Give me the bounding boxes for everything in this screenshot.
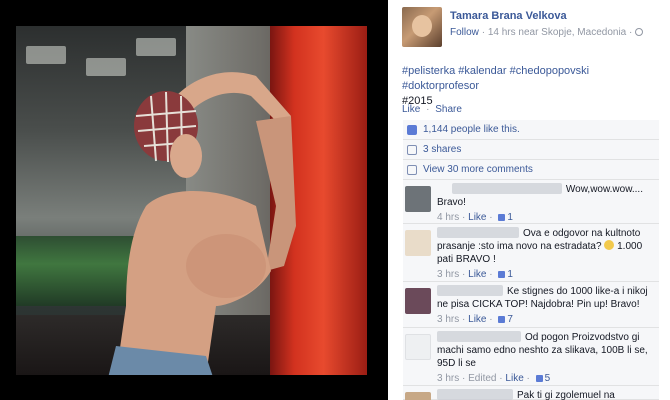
comment-body: Wow,wow.wow.... Bravo! 4 hrs · Like · 1 bbox=[437, 183, 657, 224]
comment-like-button[interactable]: Like bbox=[468, 212, 486, 223]
likes-summary[interactable]: 1,144 people like this. bbox=[403, 120, 659, 140]
meta-separator: · bbox=[462, 212, 466, 223]
comment-time[interactable]: 3 hrs bbox=[437, 373, 459, 384]
post-text: #pelisterka #kalendar #chedopopovski #do… bbox=[402, 64, 658, 109]
commenter-name-redacted[interactable] bbox=[451, 183, 562, 194]
commenter-avatar[interactable] bbox=[405, 186, 431, 212]
view-more-comments[interactable]: View 30 more comments bbox=[403, 160, 659, 180]
comment-time[interactable]: 4 hrs bbox=[437, 212, 459, 223]
post-time-location[interactable]: 14 hrs near Skopje, Macedonia bbox=[488, 27, 626, 38]
comment: Pak ti gi zgolemuel na bbox=[403, 386, 659, 400]
comment-meta: 3 hrs · Like · 1 bbox=[437, 268, 657, 281]
comment-like-button[interactable]: Like bbox=[468, 269, 486, 280]
comment-like-count[interactable]: 1 bbox=[507, 212, 513, 223]
likes-count[interactable]: 1,144 people like this. bbox=[423, 124, 520, 135]
commenter-name-redacted[interactable] bbox=[437, 389, 513, 400]
comment: Od pogon Proizvodstvo gi machi samo edno… bbox=[403, 328, 659, 386]
view-more-comments-label[interactable]: View 30 more comments bbox=[423, 164, 533, 175]
comment-meta: 3 hrs · Edited · Like · 5 bbox=[437, 372, 657, 385]
comment-like-count[interactable]: 5 bbox=[545, 373, 551, 384]
commenter-avatar[interactable] bbox=[405, 230, 431, 256]
comment-time[interactable]: 3 hrs bbox=[437, 269, 459, 280]
author-avatar[interactable] bbox=[402, 7, 442, 47]
commenter-avatar[interactable] bbox=[405, 288, 431, 314]
comment-edited-label[interactable]: Edited bbox=[468, 373, 496, 384]
meta-separator: · bbox=[489, 269, 493, 280]
meta-separator: · bbox=[489, 212, 493, 223]
like-count-icon bbox=[498, 214, 506, 221]
meta-separator: · bbox=[481, 27, 486, 38]
comment-text: Wow,wow.wow.... bbox=[565, 184, 643, 195]
comment-like-button[interactable]: Like bbox=[468, 314, 486, 325]
share-icon bbox=[407, 145, 417, 155]
meta-separator: · bbox=[462, 314, 466, 325]
comment-body: Ova e odgovor na kultnoto prasanje :sto … bbox=[437, 227, 657, 281]
comment-text: Pak ti gi zgolemuel na bbox=[517, 390, 615, 400]
post-photo[interactable] bbox=[16, 26, 367, 375]
comment-like-count[interactable]: 1 bbox=[507, 269, 513, 280]
thumbs-up-icon bbox=[407, 125, 417, 135]
comment-body: Pak ti gi zgolemuel na bbox=[437, 389, 657, 400]
author-name[interactable]: Tamara Brana Velkova bbox=[450, 10, 567, 22]
shares-count[interactable]: 3 shares bbox=[423, 144, 461, 155]
post-meta: Follow · 14 hrs near Skopje, Macedonia · bbox=[450, 27, 644, 38]
meta-separator: · bbox=[526, 373, 530, 384]
commenter-avatar[interactable] bbox=[405, 392, 431, 400]
like-count-icon bbox=[498, 316, 506, 323]
comment-like-button[interactable]: Like bbox=[505, 373, 523, 384]
meta-separator: · bbox=[499, 373, 503, 384]
globe-icon bbox=[635, 28, 644, 36]
shares-summary[interactable]: 3 shares bbox=[403, 140, 659, 160]
comment-body: Ke stignes do 1000 like-a i nikoj ne pis… bbox=[437, 285, 657, 326]
commenter-name-redacted[interactable] bbox=[437, 227, 519, 238]
post-actions: Like · Share bbox=[402, 104, 462, 115]
commenter-name-redacted[interactable] bbox=[437, 331, 521, 342]
emoji-icon bbox=[604, 240, 615, 250]
like-count-icon bbox=[498, 271, 506, 278]
share-button[interactable]: Share bbox=[435, 104, 462, 115]
follow-link[interactable]: Follow bbox=[450, 27, 479, 38]
meta-separator: · bbox=[629, 27, 633, 38]
comment: Wow,wow.wow.... Bravo! 4 hrs · Like · 1 bbox=[403, 180, 659, 224]
comment-body: Od pogon Proizvodstvo gi machi samo edno… bbox=[437, 331, 657, 385]
commenter-name-redacted[interactable] bbox=[437, 285, 503, 296]
meta-separator: · bbox=[462, 269, 466, 280]
photo-figure bbox=[108, 72, 296, 375]
post-hashtags[interactable]: #pelisterka #kalendar #chedopopovski #do… bbox=[402, 64, 658, 94]
comment-meta: 3 hrs · Like · 7 bbox=[437, 313, 657, 326]
photo-light bbox=[26, 46, 66, 64]
meta-separator: · bbox=[489, 314, 493, 325]
comment-meta: 4 hrs · Like · 1 bbox=[437, 211, 657, 224]
comment-like-count[interactable]: 7 bbox=[507, 314, 513, 325]
comment: Ova e odgovor na kultnoto prasanje :sto … bbox=[403, 224, 659, 282]
post-header: Tamara Brana Velkova Follow · 14 hrs nea… bbox=[402, 7, 662, 51]
comment-text-line2: Bravo! bbox=[437, 197, 466, 208]
commenter-avatar[interactable] bbox=[405, 334, 431, 360]
comment: Ke stignes do 1000 like-a i nikoj ne pis… bbox=[403, 282, 659, 328]
photo-light bbox=[136, 38, 176, 56]
meta-separator: · bbox=[462, 373, 466, 384]
like-button[interactable]: Like bbox=[402, 104, 420, 115]
photo-stage bbox=[0, 0, 388, 400]
comment-time[interactable]: 3 hrs bbox=[437, 314, 459, 325]
actions-separator: · bbox=[426, 104, 430, 115]
like-count-icon bbox=[535, 375, 543, 382]
comment-icon bbox=[407, 165, 417, 175]
